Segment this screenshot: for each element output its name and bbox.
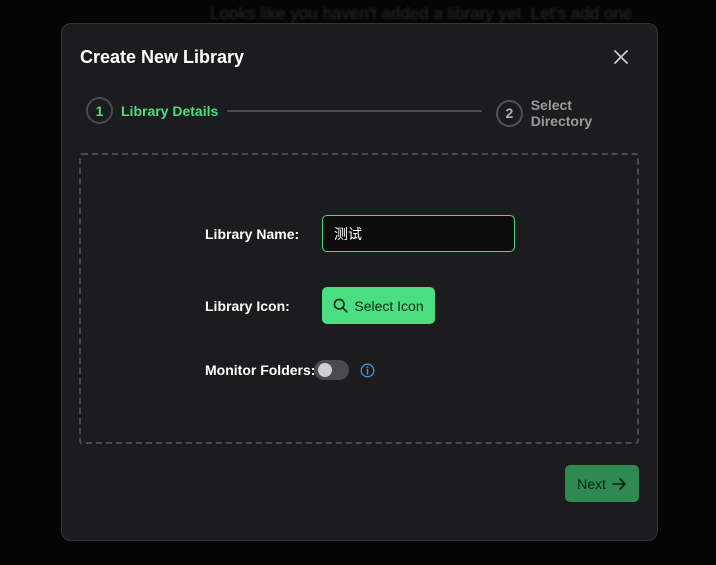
toggle-knob	[318, 363, 332, 377]
next-label: Next	[577, 475, 606, 492]
step-select-directory: 2 Select Directory	[496, 97, 636, 129]
step-library-details: 1 Library Details	[86, 97, 218, 124]
library-name-row: Library Name:	[205, 215, 515, 252]
library-icon-row: Library Icon: Select Icon	[205, 287, 435, 324]
close-button[interactable]	[610, 46, 632, 68]
search-icon	[333, 298, 348, 313]
stepper: 1 Library Details 2 Select Directory	[86, 97, 636, 129]
create-library-dialog: Create New Library 1 Library Details 2 S…	[61, 23, 658, 541]
step-label: Select Directory	[530, 97, 593, 129]
monitor-folders-row: Monitor Folders:	[205, 360, 375, 380]
arrow-right-icon	[612, 477, 626, 490]
monitor-folders-toggle[interactable]	[314, 360, 349, 380]
background-hint-text: Looks like you haven't added a library y…	[210, 4, 633, 23]
step-number: 1	[86, 97, 113, 124]
step-label: Library Details	[121, 102, 219, 119]
next-button[interactable]: Next	[565, 465, 639, 502]
dialog-title: Create New Library	[80, 47, 245, 67]
library-name-input[interactable]	[322, 215, 515, 252]
close-icon	[614, 50, 628, 64]
library-icon-label: Library Icon:	[205, 297, 290, 314]
form-panel: Library Name: Library Icon: Select Icon …	[79, 153, 639, 444]
step-number: 2	[496, 99, 523, 127]
step-connector	[227, 110, 482, 112]
monitor-folders-label: Monitor Folders:	[205, 362, 316, 378]
info-icon[interactable]	[359, 362, 375, 378]
library-name-label: Library Name:	[205, 225, 300, 242]
select-icon-button[interactable]: Select Icon	[322, 287, 435, 324]
select-icon-label: Select Icon	[354, 297, 424, 314]
